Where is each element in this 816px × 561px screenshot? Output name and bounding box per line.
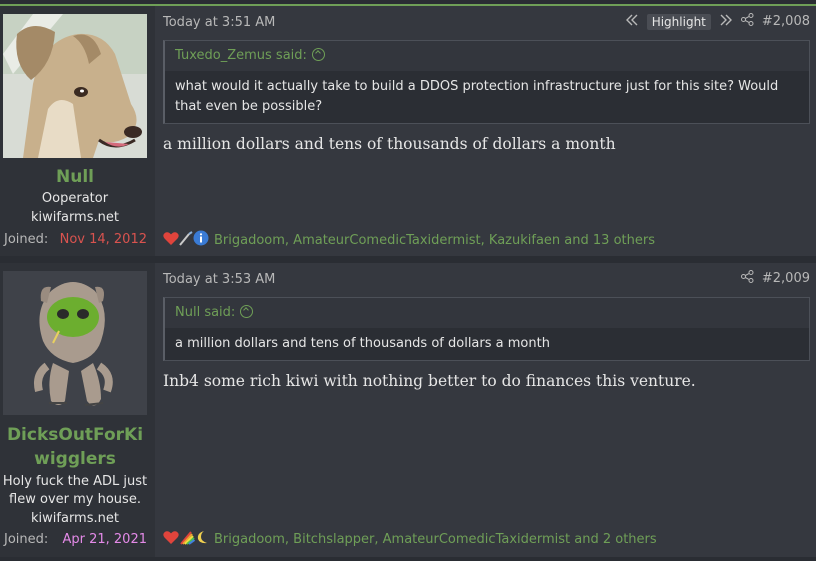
quote-block: Tuxedo_Zemus said: what would it actuall… [163,40,810,124]
next-highlight-icon[interactable] [719,14,733,30]
jump-to-quote-icon[interactable] [240,305,254,318]
joined-label: Joined: [4,532,49,547]
reactions-bar[interactable]: Brigadoom, Bitchslapper, AmateurComedicT… [163,530,657,549]
quote-text: what would it actually take to build a D… [165,71,809,123]
avatar[interactable] [3,271,147,415]
quote-header[interactable]: Null said: [165,298,809,328]
post-main: Today at 3:53 AM #2,009 Null said: a mil… [163,263,810,557]
post-timestamp[interactable]: Today at 3:51 AM [163,15,275,30]
post-body: a million dollars and tens of thousands … [163,135,616,153]
highlight-button[interactable]: Highlight [646,13,711,30]
joined-date: Apr 21, 2021 [62,532,147,547]
quote-author[interactable]: Tuxedo_Zemus said: [175,48,307,63]
user-site: kiwifarms.net [31,511,119,526]
user-title: Holy fuck the ADL just flew over my house… [2,474,148,507]
user-panel: DicksOutForKi wigglers Holy fuck the ADL … [0,263,155,557]
user-site: kiwifarms.net [31,210,119,225]
jump-to-quote-icon[interactable] [311,48,325,61]
reaction-users[interactable]: Brigadoom, AmateurComedicTaxidermist, Ka… [214,233,655,248]
post-timestamp[interactable]: Today at 3:53 AM [163,272,275,287]
post-2009: DicksOutForKi wigglers Holy fuck the ADL … [0,263,816,557]
quote-text: a million dollars and tens of thousands … [165,328,809,360]
post-number-link[interactable]: #2,009 [762,271,810,286]
user-title: Ooperator [41,191,109,206]
post-separator [0,256,816,263]
rainbow-icon [179,530,196,549]
post-actions: #2,009 [740,270,810,287]
post-body: Inb4 some rich kiwi with nothing better … [163,372,696,390]
page-bottom [0,557,816,561]
joined-label: Joined: [4,232,49,247]
share-icon[interactable] [740,270,754,287]
username[interactable]: DicksOutForKi wigglers [0,423,150,471]
page-top-border [0,0,816,6]
post-actions: Highlight #2,008 [625,13,810,30]
share-icon[interactable] [740,13,754,30]
previous-highlight-icon[interactable] [625,14,639,30]
user-panel: Null Ooperator kiwifarms.net Joined: Nov… [0,6,155,256]
avatar[interactable] [3,14,147,158]
quote-block: Null said: a million dollars and tens of… [163,297,810,361]
post-number-link[interactable]: #2,008 [762,14,810,29]
reaction-users[interactable]: Brigadoom, Bitchslapper, AmateurComedicT… [214,532,657,547]
quote-author[interactable]: Null said: [175,305,235,320]
heart-icon [163,530,179,549]
username[interactable]: Null [0,166,150,189]
joined-date: Nov 14, 2012 [59,232,147,247]
post-main: Today at 3:51 AM Highlight #2,008 Tuxedo… [163,6,810,256]
info-icon [193,230,209,250]
moon-icon [195,530,209,549]
heart-icon [163,231,179,250]
scalpel-icon [179,230,193,250]
post-2008: Null Ooperator kiwifarms.net Joined: Nov… [0,6,816,256]
reactions-bar[interactable]: Brigadoom, AmateurComedicTaxidermist, Ka… [163,230,655,250]
quote-header[interactable]: Tuxedo_Zemus said: [165,41,809,71]
